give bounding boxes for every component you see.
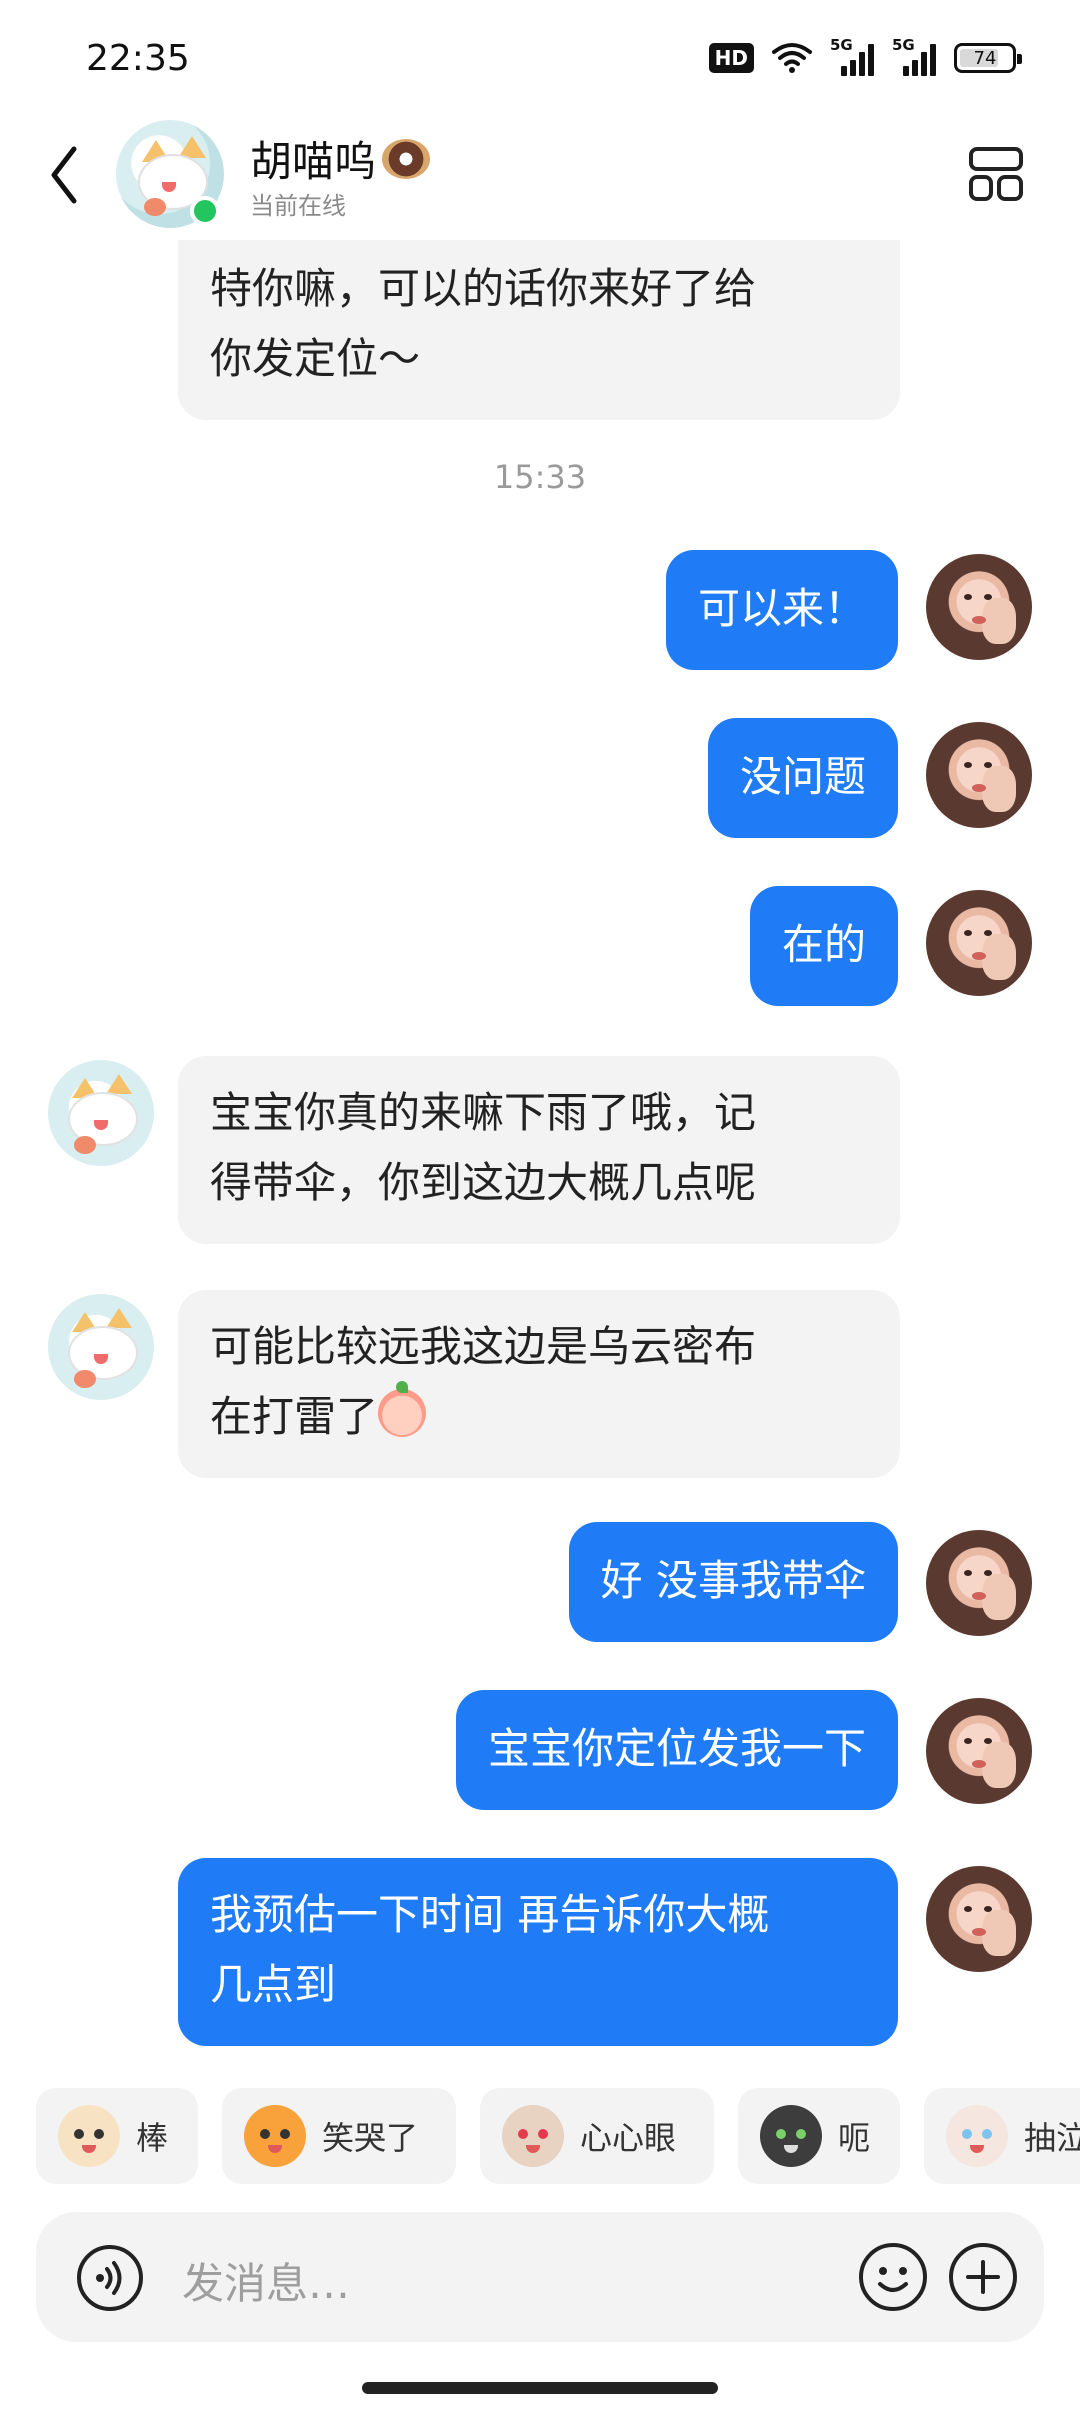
- voice-input-icon: [77, 2245, 143, 2311]
- donut-emoji: [382, 138, 431, 179]
- sticker-label: 棒: [136, 2119, 169, 2157]
- thumbs-up-cat-sticker: [58, 2105, 120, 2167]
- battery-level: 74: [973, 47, 997, 69]
- emoji-button[interactable]: [858, 2242, 928, 2312]
- message-input[interactable]: 发消息…: [182, 2250, 350, 2311]
- emoji-icon: [859, 2243, 927, 2311]
- online-indicator: [190, 196, 220, 226]
- contact-name[interactable]: 胡喵呜: [250, 128, 431, 189]
- more-actions-button[interactable]: [948, 2242, 1018, 2312]
- message-bubble-incoming[interactable]: 可能比较远我这边是乌云密布 在打雷了: [178, 1290, 900, 1478]
- contact-avatar-small[interactable]: [48, 1060, 154, 1166]
- sticker-suggestion-bar[interactable]: 棒 笑哭了 心心眼 呃 抽泣: [36, 2088, 1080, 2184]
- my-avatar[interactable]: [926, 1698, 1032, 1804]
- sticker-chip-awkward[interactable]: 呃: [738, 2088, 900, 2184]
- message-bubble-outgoing[interactable]: 宝宝你定位发我一下: [455, 1690, 898, 1810]
- message-text: 可能比较远我这边是乌云密布 在打雷了: [210, 1322, 757, 1441]
- heart-eyes-cat-sticker: [502, 2105, 564, 2167]
- message-bubble-outgoing[interactable]: 没问题: [707, 718, 898, 838]
- sobbing-cat-sticker: [946, 2105, 1008, 2167]
- voice-input-button[interactable]: [76, 2244, 144, 2312]
- contact-avatar-small[interactable]: [48, 1294, 154, 1400]
- message-bubble-incoming[interactable]: 特你嘛，可以的话你来好了给 你发定位～: [178, 232, 900, 420]
- sticker-chip-heart-eyes[interactable]: 心心眼: [480, 2088, 714, 2184]
- my-avatar[interactable]: [926, 554, 1032, 660]
- sticker-label: 心心眼: [580, 2119, 677, 2157]
- message-bubble-outgoing[interactable]: 好 没事我带伞: [568, 1522, 898, 1642]
- sticker-chip-laugh-cry[interactable]: 笑哭了: [222, 2088, 456, 2184]
- message-timestamp: 15:33: [493, 458, 587, 496]
- message-bubble-outgoing[interactable]: 在的: [749, 886, 898, 1006]
- sticker-chip-sobbing[interactable]: 抽泣: [924, 2088, 1080, 2184]
- sticker-label: 呃: [838, 2119, 871, 2157]
- online-status: 当前在线: [250, 192, 346, 220]
- message-bubble-outgoing[interactable]: 可以来！: [665, 550, 898, 670]
- my-avatar[interactable]: [926, 1530, 1032, 1636]
- plus-icon: [949, 2243, 1017, 2311]
- sticker-label: 抽泣: [1024, 2119, 1080, 2157]
- back-button[interactable]: [48, 140, 88, 210]
- message-list[interactable]: 特你嘛，可以的话你来好了给 你发定位～ 15:33 可以来！ 没问题 在的 宝宝…: [0, 0, 1080, 2412]
- sticker-label: 笑哭了: [322, 2119, 419, 2157]
- more-menu-button[interactable]: [968, 146, 1024, 202]
- contact-name-text: 胡喵呜: [250, 137, 377, 186]
- chat-header: 胡喵呜 当前在线: [0, 110, 1080, 240]
- contact-avatar[interactable]: [116, 120, 224, 228]
- home-indicator[interactable]: [362, 2382, 718, 2394]
- message-input-bar: 发消息…: [36, 2212, 1044, 2342]
- message-bubble-outgoing[interactable]: 我预估一下时间 再告诉你大概 几点到: [178, 1858, 898, 2046]
- laughing-crying-cat-sticker: [244, 2105, 306, 2167]
- layout-grid-icon: [969, 147, 1023, 201]
- message-bubble-incoming[interactable]: 宝宝你真的来嘛下雨了哦，记 得带伞，你到这边大概几点呢: [178, 1056, 900, 1244]
- my-avatar[interactable]: [926, 722, 1032, 828]
- awkward-cat-sticker: [760, 2105, 822, 2167]
- my-avatar[interactable]: [926, 1866, 1032, 1972]
- chevron-left-icon: [51, 146, 77, 204]
- crying-peach-emoji: [378, 1381, 427, 1437]
- my-avatar[interactable]: [926, 890, 1032, 996]
- sticker-chip-thumbs-up[interactable]: 棒: [36, 2088, 198, 2184]
